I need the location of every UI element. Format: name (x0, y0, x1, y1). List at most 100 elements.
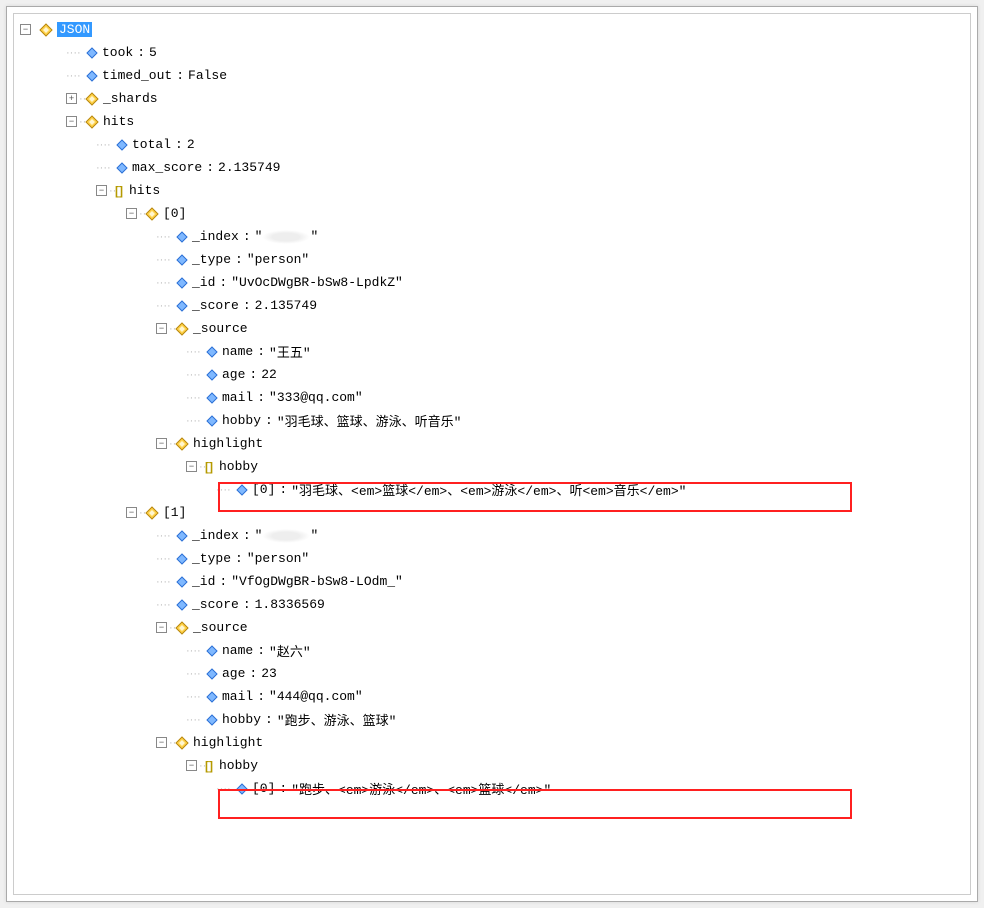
leaf-key: hobby (222, 712, 261, 727)
leaf-key: _type (192, 252, 231, 267)
leaf-key: _type (192, 551, 231, 566)
tree-row[interactable]: ···· _index : "" (20, 225, 964, 248)
leaf-key: _id (192, 275, 215, 290)
tree-row[interactable]: −·· [0] (20, 202, 964, 225)
collapse-toggle[interactable]: − (156, 323, 167, 334)
kv-separator: : (249, 666, 257, 681)
tree-row[interactable]: −·· [1] (20, 501, 964, 524)
collapse-toggle[interactable]: − (126, 507, 137, 518)
tree-row[interactable]: ···· _id : "UvOcDWgBR-bSw8-LpdkZ" (20, 271, 964, 294)
leaf-value: "444@qq.com" (269, 689, 363, 704)
leaf-key: max_score (132, 160, 202, 175)
leaf-key: [0] (252, 781, 275, 796)
tree-row[interactable]: ···· name : "王五" (20, 340, 964, 363)
tree-row[interactable]: ···· _index : "" (20, 524, 964, 547)
array-icon: [] (205, 460, 215, 474)
tree-row[interactable]: ···· age : 23 (20, 662, 964, 685)
value-icon (206, 668, 218, 680)
node-key: _source (193, 321, 248, 336)
tree-row[interactable]: ···· mail : "333@qq.com" (20, 386, 964, 409)
value-icon (176, 599, 188, 611)
leaf-value: 5 (149, 45, 157, 60)
value-icon (176, 300, 188, 312)
tree-row[interactable]: −·· highlight (20, 731, 964, 754)
root-label: JSON (57, 22, 92, 37)
tree-row[interactable]: ···· [0] : "羽毛球、<em>篮球</em>、<em>游泳</em>、… (20, 478, 964, 501)
leaf-key: timed_out (102, 68, 172, 83)
tree-row[interactable]: ···· _type : "person" (20, 248, 964, 271)
leaf-key: mail (222, 390, 253, 405)
node-key: [1] (163, 505, 186, 520)
kv-separator: : (257, 689, 265, 704)
tree-row[interactable]: +·· _shards (20, 87, 964, 110)
tree-row[interactable]: −··[] hobby (20, 455, 964, 478)
value-icon (236, 783, 248, 795)
leaf-value: "person" (247, 252, 309, 267)
object-icon (85, 92, 99, 106)
collapse-toggle[interactable]: − (186, 760, 197, 771)
object-icon (175, 437, 189, 451)
tree-row[interactable]: −··[] hits (20, 179, 964, 202)
leaf-value: "跑步、游泳、篮球" (277, 710, 397, 729)
value-icon (86, 47, 98, 59)
leaf-key: _index (192, 229, 239, 244)
object-icon (175, 322, 189, 336)
tree-row[interactable]: ···· _type : "person" (20, 547, 964, 570)
collapse-toggle[interactable]: − (186, 461, 197, 472)
expand-toggle[interactable]: + (66, 93, 77, 104)
tree-row[interactable]: ···· total : 2 (20, 133, 964, 156)
kv-separator: : (175, 137, 183, 152)
collapse-toggle[interactable]: − (156, 737, 167, 748)
tree-row[interactable]: ···· hobby : "羽毛球、篮球、游泳、听音乐" (20, 409, 964, 432)
leaf-key: age (222, 666, 245, 681)
tree-row[interactable]: −·· _source (20, 616, 964, 639)
tree-row[interactable]: ···· age : 22 (20, 363, 964, 386)
node-key: hits (103, 114, 134, 129)
tree-row[interactable]: ···· _score : 1.8336569 (20, 593, 964, 616)
collapse-toggle[interactable]: − (96, 185, 107, 196)
collapse-toggle[interactable]: − (156, 438, 167, 449)
tree-row[interactable]: ···· hobby : "跑步、游泳、篮球" (20, 708, 964, 731)
tree-row[interactable]: ···· took : 5 (20, 41, 964, 64)
node-key: hobby (219, 758, 258, 773)
leaf-key: mail (222, 689, 253, 704)
kv-separator: : (243, 528, 251, 543)
node-key: highlight (193, 735, 263, 750)
tree-row[interactable]: ···· _score : 2.135749 (20, 294, 964, 317)
tree-row[interactable]: −·· highlight (20, 432, 964, 455)
kv-separator: : (243, 229, 251, 244)
collapse-toggle[interactable]: − (156, 622, 167, 633)
kv-separator: : (265, 413, 273, 428)
array-icon: [] (115, 184, 125, 198)
tree-row[interactable]: −·· hits (20, 110, 964, 133)
tree-row[interactable]: ···· name : "赵六" (20, 639, 964, 662)
collapse-toggle[interactable]: − (66, 116, 77, 127)
tree-row[interactable]: ···· mail : "444@qq.com" (20, 685, 964, 708)
tree-row[interactable]: ···· _id : "VfOgDWgBR-bSw8-LOdm_" (20, 570, 964, 593)
node-key: highlight (193, 436, 263, 451)
value-icon (116, 162, 128, 174)
value-icon (176, 576, 188, 588)
collapse-toggle[interactable]: − (126, 208, 137, 219)
leaf-key: _score (192, 298, 239, 313)
kv-separator: : (219, 275, 227, 290)
value-icon (176, 231, 188, 243)
value-icon (176, 254, 188, 266)
tree-row-root[interactable]: − JSON (20, 18, 964, 41)
tree-row[interactable]: −··[] hobby (20, 754, 964, 777)
kv-separator: : (257, 643, 265, 658)
node-key: [0] (163, 206, 186, 221)
kv-separator: : (249, 367, 257, 382)
tree-row[interactable]: ···· max_score : 2.135749 (20, 156, 964, 179)
leaf-key: hobby (222, 413, 261, 428)
leaf-value: "VfOgDWgBR-bSw8-LOdm_" (231, 574, 403, 589)
kv-separator: : (265, 712, 273, 727)
tree-row[interactable]: −·· _source (20, 317, 964, 340)
kv-separator: : (243, 298, 251, 313)
collapse-toggle[interactable]: − (20, 24, 31, 35)
tree-row[interactable]: ···· timed_out : False (20, 64, 964, 87)
value-icon (206, 645, 218, 657)
leaf-key: name (222, 344, 253, 359)
redacted-value (262, 529, 310, 543)
tree-row[interactable]: ···· [0] : "跑步、<em>游泳</em>、<em>篮球</em>" (20, 777, 964, 800)
